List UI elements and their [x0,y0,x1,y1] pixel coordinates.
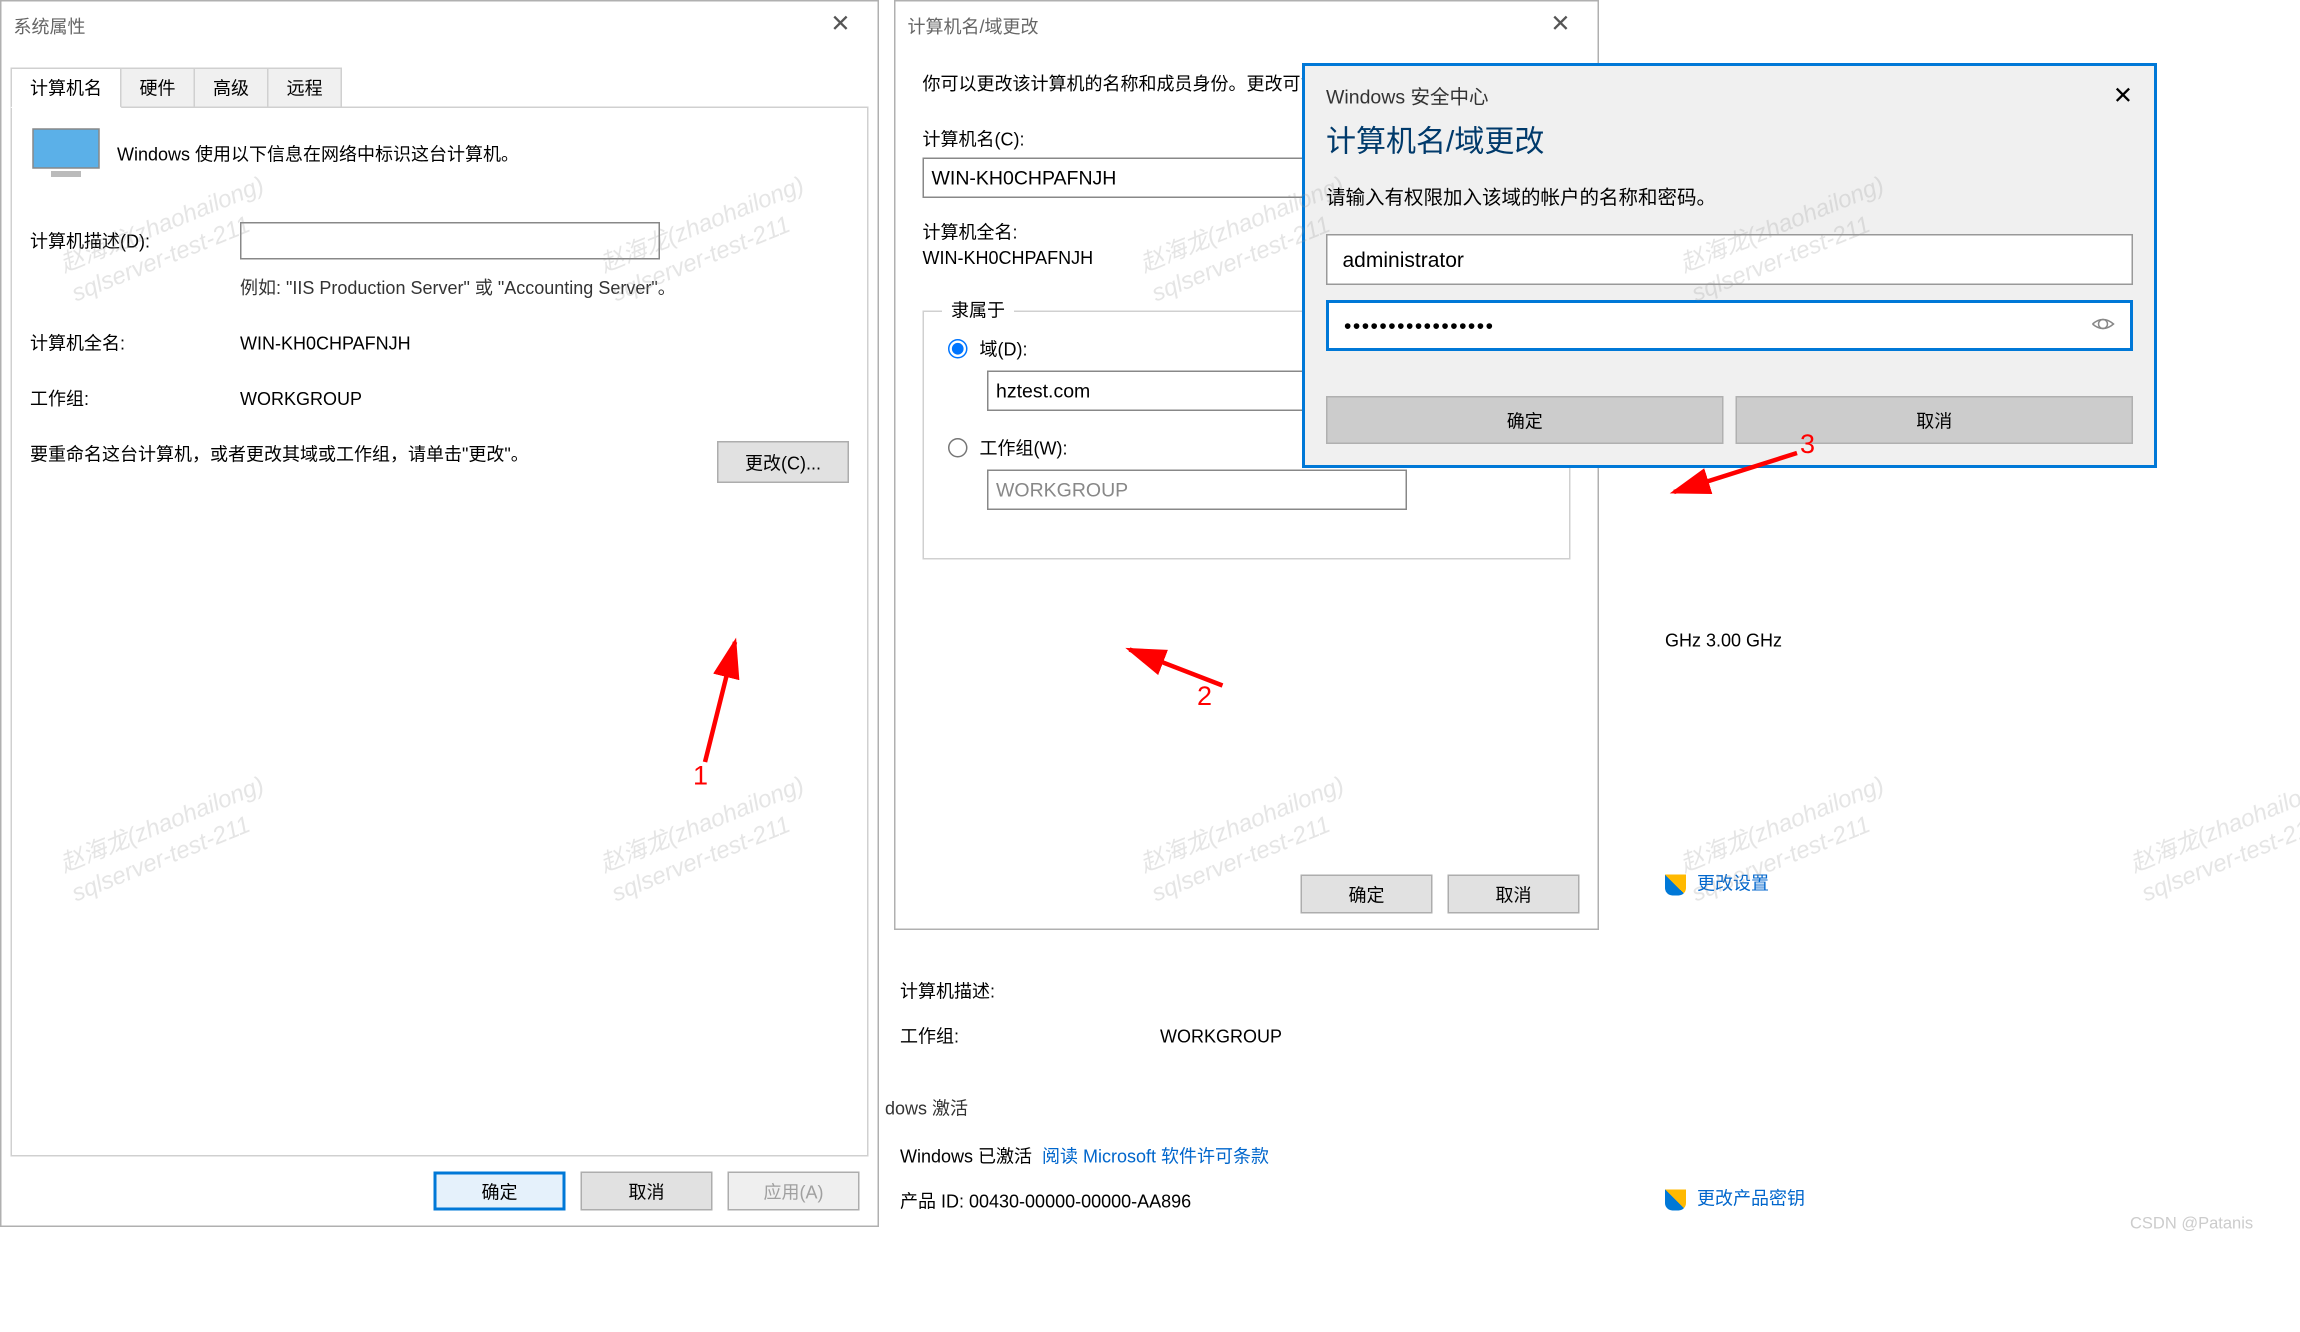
bg-workgroup-label: 工作组: [900,1023,1155,1049]
bg-workgroup-value: WORKGROUP [1160,1026,1282,1047]
credential-title: 计算机名/域更改 [1305,111,2154,176]
dialog-title: 系统属性 [14,13,86,39]
system-properties-dialog: 系统属性 ✕ 计算机名 硬件 高级 远程 Windows 使用以下信息在网络中标… [0,0,879,1227]
workgroup-input [987,470,1407,511]
username-input[interactable] [1326,234,2133,285]
computer-icon [30,126,102,180]
shield-icon [1665,874,1686,895]
tab-panel: Windows 使用以下信息在网络中标识这台计算机。 计算机描述(D): 例如:… [11,107,869,1157]
fullname-label: 计算机全名: [30,330,240,356]
reveal-password-icon[interactable] [2091,312,2115,341]
desc-input[interactable] [240,222,660,260]
tab-computer-name[interactable]: 计算机名 [11,68,122,109]
domain-radio[interactable] [948,339,968,359]
tab-advanced[interactable]: 高级 [194,68,269,109]
bg-desc-label: 计算机描述: [900,978,995,1004]
cancel-button[interactable]: 取消 [1448,875,1580,914]
activation-section: dows 激活 [885,1095,968,1121]
csdn-watermark: CSDN @Patanis [2130,1215,2253,1233]
credential-brand: Windows 安全中心 [1326,81,1489,111]
close-icon[interactable]: ✕ [815,2,865,50]
activation-status: Windows 已激活 [900,1146,1032,1167]
intro-text: Windows 使用以下信息在网络中标识这台计算机。 [117,140,519,166]
close-icon[interactable]: ✕ [2113,81,2133,111]
tab-hardware[interactable]: 硬件 [120,68,195,109]
password-input[interactable] [1326,300,2133,351]
cancel-button[interactable]: 取消 [581,1172,713,1211]
close-icon[interactable]: ✕ [1535,2,1585,50]
ok-button[interactable]: 确定 [1301,875,1433,914]
domain-radio-label: 域(D): [980,336,1028,362]
workgroup-value: WORKGROUP [240,388,849,409]
apply-button: 应用(A) [728,1172,860,1211]
desc-label: 计算机描述(D): [30,228,240,254]
titlebar[interactable]: 计算机名/域更改 ✕ [896,2,1598,50]
member-of-legend: 隶属于 [942,297,1014,323]
workgroup-label: 工作组: [30,386,240,412]
ghz-text: GHz 3.00 GHz [1665,630,1782,651]
change-product-key-link[interactable]: 更改产品密钥 [1697,1188,1805,1209]
product-id: 产品 ID: 00430-00000-00000-AA896 [900,1188,1191,1214]
ok-button[interactable]: 确定 [434,1172,566,1211]
license-terms-link[interactable]: 阅读 Microsoft 软件许可条款 [1042,1146,1269,1167]
ok-button[interactable]: 确定 [1326,396,1724,444]
rename-text: 要重命名这台计算机，或者更改其域或工作组，请单击"更改"。 [30,441,717,483]
shield-icon [1665,1189,1686,1210]
workgroup-radio-label: 工作组(W): [980,435,1068,461]
credential-dialog: Windows 安全中心 ✕ 计算机名/域更改 请输入有权限加入该域的帐户的名称… [1302,63,2157,468]
change-button[interactable]: 更改(C)... [717,441,849,483]
titlebar[interactable]: 系统属性 ✕ [2,2,878,50]
dialog-title: 计算机名/域更改 [908,13,1039,39]
cancel-button[interactable]: 取消 [1736,396,2134,444]
fullname-value: WIN-KH0CHPAFNJH [240,332,849,353]
change-settings-link[interactable]: 更改设置 [1697,873,1769,894]
workgroup-radio[interactable] [948,438,968,458]
desc-example: 例如: "IIS Production Server" 或 "Accountin… [240,275,849,301]
tab-remote[interactable]: 远程 [267,68,342,109]
credential-prompt: 请输入有权限加入该域的帐户的名称和密码。 [1305,176,2154,235]
